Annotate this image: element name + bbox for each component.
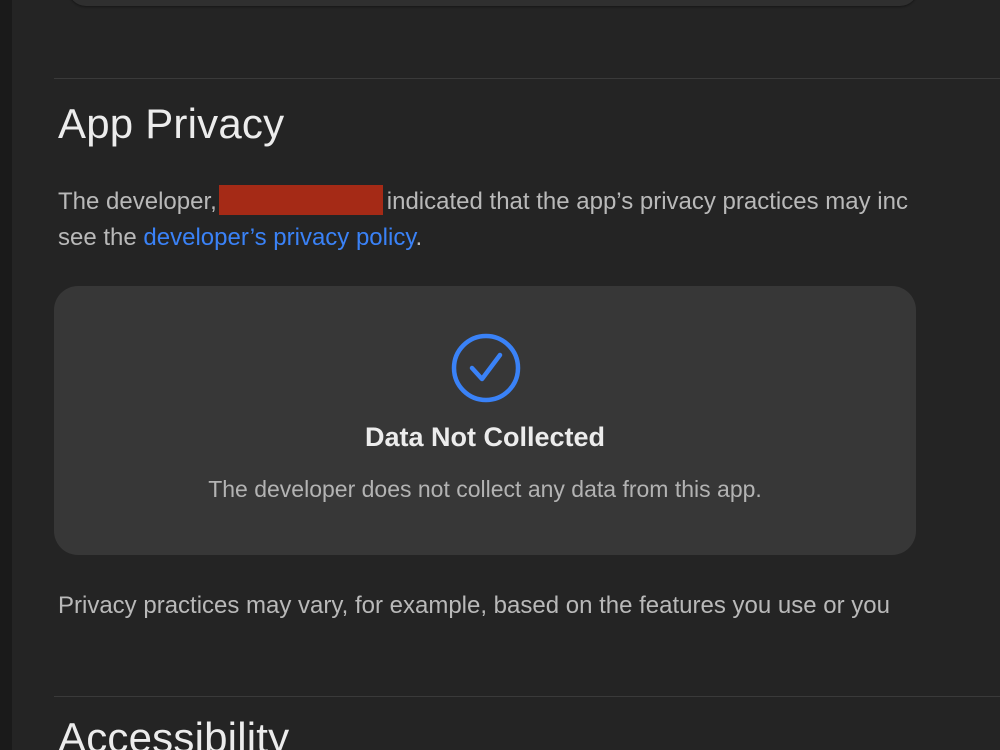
- section-divider: [54, 696, 1000, 697]
- developer-privacy-policy-link[interactable]: developer’s privacy policy: [143, 224, 415, 251]
- app-privacy-heading: App Privacy: [58, 100, 285, 147]
- window-sidebar-edge: [0, 0, 12, 750]
- data-not-collected-card[interactable]: Data Not Collected The developer does no…: [54, 286, 916, 555]
- intro-suffix: indicated that the app’s privacy practic…: [386, 188, 908, 215]
- section-divider: [54, 78, 1000, 79]
- accessibility-heading: Accessibility: [58, 714, 290, 750]
- previous-section-card: [68, 0, 918, 6]
- intro-line2-prefix: see the: [58, 224, 137, 251]
- content-area: App Privacy The developer, indicated that…: [12, 0, 1000, 750]
- checkmark-circle-icon: [451, 333, 521, 403]
- intro-prefix: The developer,: [58, 188, 217, 215]
- privacy-intro-line-2: see the developer’s privacy policy.: [58, 220, 1000, 256]
- privacy-intro-text: The developer, indicated that the app’s p…: [58, 184, 1000, 256]
- intro-line2-suffix: .: [415, 224, 423, 251]
- privacy-note: Privacy practices may vary, for example,…: [58, 592, 890, 619]
- privacy-intro-line-1: The developer, indicated that the app’s p…: [58, 184, 1000, 220]
- app-store-page: App Privacy The developer, indicated that…: [0, 0, 1000, 750]
- card-title: Data Not Collected: [364, 422, 606, 452]
- card-subtitle: The developer does not collect any data …: [208, 476, 762, 502]
- redacted-developer-name: [218, 185, 383, 215]
